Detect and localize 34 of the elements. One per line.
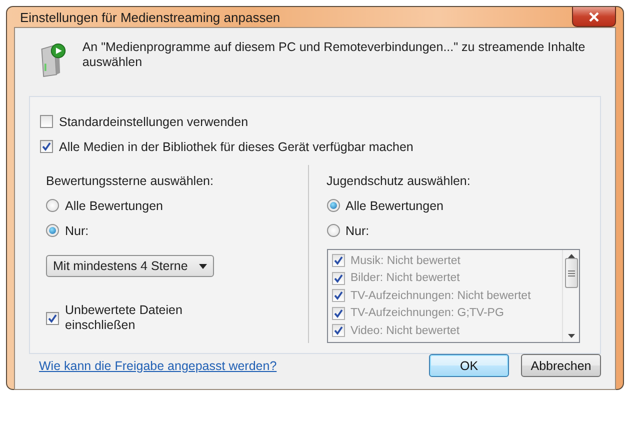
radio-label: Alle Bewertungen <box>346 198 444 212</box>
radio-label: Nur: <box>346 224 370 238</box>
rating-dropdown[interactable]: Mit mindestens 4 Sterne <box>46 255 214 277</box>
list-item-label: Video: Nicht bewertet <box>350 324 460 337</box>
list-item-label: TV-Aufzeichnungen: Nicht bewertet <box>350 290 531 302</box>
dialog-button[interactable]: OK <box>429 354 509 377</box>
dialog-button[interactable]: Abbrechen <box>521 354 601 377</box>
check-icon <box>42 142 51 151</box>
radio-button[interactable] <box>46 199 59 212</box>
group-label: Jugendschutz auswählen: <box>326 173 472 190</box>
group-label: Bewertungssterne auswählen: <box>46 173 214 190</box>
list-item-label: Musik: Nicht bewertet <box>350 254 460 267</box>
scroll-down-icon <box>568 334 574 338</box>
window-title: Einstellungen für Medienstreaming anpassen <box>19 10 280 24</box>
checkbox-label: Unbewertete Dateien einschließen <box>65 303 184 333</box>
grip-icon <box>568 270 574 276</box>
radio-label: Nur: <box>65 224 89 238</box>
radio-button[interactable] <box>46 224 59 237</box>
radio-label: Alle Bewertungen <box>65 198 163 212</box>
checkbox[interactable] <box>46 312 59 324</box>
checkbox-label: Standardeinstellungen verwenden <box>59 114 248 128</box>
close-icon <box>588 12 600 22</box>
list-item-label: TV-Aufzeichnungen: G;TV-PG <box>350 307 504 320</box>
check-icon <box>48 314 57 322</box>
radio-button[interactable] <box>326 224 340 237</box>
help-link[interactable]: Wie kann die Freigabe angepasst werden? <box>39 358 277 372</box>
checkbox-label: Alle Medien in der Bibliothek für dieses Gerät verfügbar machen <box>59 140 414 154</box>
header-description: An "Medienprogramme auf diesem PC und Remoteverbindungen..." zu streamende Inhalte auswählen <box>82 40 586 70</box>
caret-icon <box>199 264 207 268</box>
checkbox[interactable] <box>40 140 53 153</box>
radio-button[interactable] <box>326 199 340 212</box>
checkbox[interactable] <box>40 115 53 128</box>
close-button[interactable] <box>572 7 616 27</box>
list-item-label: Bilder: Nicht bewertet <box>350 272 460 284</box>
